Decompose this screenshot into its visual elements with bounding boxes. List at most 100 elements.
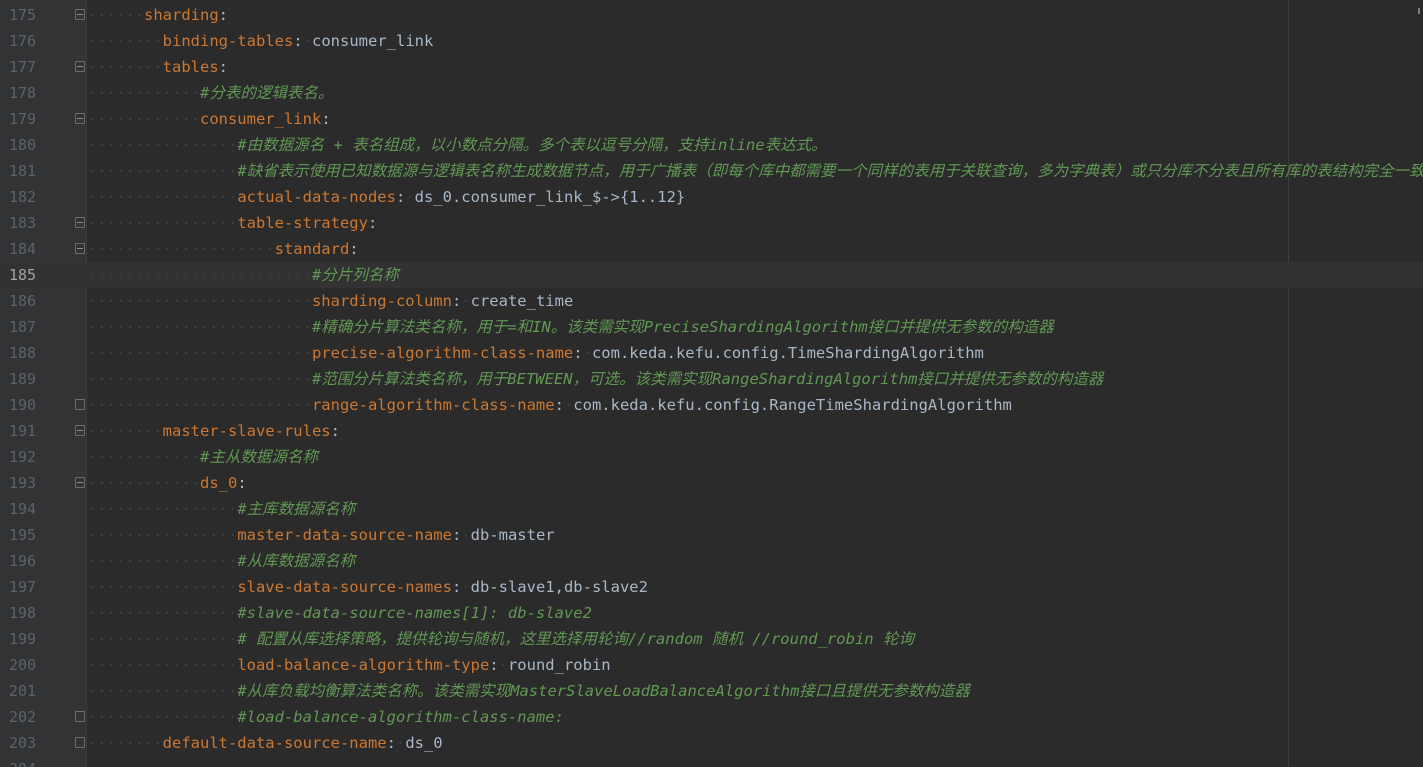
line-number[interactable]: 187 [9,314,49,340]
line-number[interactable]: 180 [9,132,49,158]
code-line[interactable]: 202 ················#load-balance-algorit… [0,704,1423,730]
code-line[interactable]: 201 ················#从库负载均衡算法类名称。该类需实现Mas… [0,678,1423,704]
line-content: ················master-data-source-name:… [88,522,555,548]
line-number[interactable]: 188 [9,340,49,366]
line-number[interactable]: 176 [9,28,49,54]
code-line[interactable]: 195 ················master-data-source-na… [0,522,1423,548]
line-number[interactable]: 189 [9,366,49,392]
code-line[interactable]: 199 ················# 配置从库选择策略，提供轮询与随机，这里… [0,626,1423,652]
code-line[interactable]: 194 ················#主库数据源名称 [0,496,1423,522]
code-line[interactable]: 187 ························#精确分片算法类名称，用于… [0,314,1423,340]
code-line[interactable]: 203 ········default-data-source-name:·ds_… [0,730,1423,756]
fold-collapse-icon[interactable] [75,425,85,436]
line-number[interactable]: 193 [9,470,49,496]
code-line[interactable]: 179 ············consumer_link: [0,106,1423,132]
yaml-colon: : [554,396,564,414]
line-content: ························#精确分片算法类名称，用于=和I… [88,314,1054,340]
line-number[interactable]: 184 [9,236,49,262]
line-number[interactable]: 177 [9,54,49,80]
indent-whitespace: ················ [88,500,238,518]
line-number[interactable]: 186 [9,288,49,314]
code-line[interactable]: 184 ····················standard: [0,236,1423,262]
line-number[interactable]: 198 [9,600,49,626]
line-number[interactable]: 183 [9,210,49,236]
yaml-key: precise-algorithm-class-name [311,344,574,362]
line-number[interactable]: 185 [9,262,49,288]
line-number[interactable]: 195 [9,522,49,548]
line-content: ························#分片列名称 [88,262,399,288]
indent-whitespace: ············ [88,474,200,492]
code-editor[interactable]: 175 ······sharding: 176 ········binding-tab… [0,0,1423,767]
fold-collapse-icon[interactable] [75,217,85,228]
yaml-colon: : [489,656,499,674]
code-line[interactable]: 182 ················actual-data-nodes:·ds… [0,184,1423,210]
line-number[interactable]: 191 [9,418,49,444]
code-line[interactable]: 197 ················slave-data-source-nam… [0,574,1423,600]
fold-collapse-icon[interactable] [75,477,85,488]
line-number[interactable]: 179 [9,106,49,132]
fold-end-icon[interactable] [75,737,85,748]
indent-whitespace: ························ [88,266,312,284]
yaml-value: round_robin [507,656,611,674]
code-line[interactable]: 193 ············ds_0: [0,470,1423,496]
line-content: ······sharding: [88,2,228,28]
line-number[interactable]: 199 [9,626,49,652]
line-number[interactable]: 190 [9,392,49,418]
yaml-comment: #分表的逻辑表名。 [199,84,334,102]
space-marker: · [395,734,406,752]
line-number[interactable]: 175 [9,2,49,28]
line-content: ········master-slave-rules: [88,418,340,444]
fold-collapse-icon[interactable] [75,9,85,20]
line-number[interactable]: 194 [9,496,49,522]
code-lines[interactable]: 175 ······sharding: 176 ········binding-tab… [0,2,1423,767]
line-number[interactable]: 178 [9,80,49,106]
indent-whitespace: ················ [88,682,238,700]
space-marker: · [498,656,508,674]
code-line[interactable]: 190 ························range-algorit… [0,392,1423,418]
fold-collapse-icon[interactable] [75,113,85,124]
code-line[interactable]: 177 ········tables: [0,54,1423,80]
line-content: ············consumer_link: [88,106,331,132]
code-line[interactable]: 192 ············#主从数据源名称 [0,444,1423,470]
line-number[interactable]: 181 [9,158,49,184]
code-line[interactable]: 180 ················#由数据源名 + 表名组成，以小数点分隔。… [0,132,1423,158]
code-line[interactable]: 185 ························#分片列名称 [0,262,1423,288]
fold-end-icon[interactable] [75,711,85,722]
code-line[interactable]: 186 ························sharding-colu… [0,288,1423,314]
code-line[interactable]: 191 ········master-slave-rules: [0,418,1423,444]
code-line[interactable]: 204 [0,756,1423,767]
yaml-key: master-data-source-name [237,526,452,544]
yaml-value: ds_0 [405,734,443,752]
code-line[interactable]: 188 ························precise-algor… [0,340,1423,366]
code-line[interactable]: 176 ········binding-tables:·consumer_link [0,28,1423,54]
fold-end-icon[interactable] [75,399,85,410]
line-number[interactable]: 192 [9,444,49,470]
line-number[interactable]: 202 [9,704,49,730]
line-content: ················#load-balance-algorithm-… [88,704,564,730]
indent-whitespace: ········ [88,58,163,76]
fold-collapse-icon[interactable] [75,61,85,72]
line-number[interactable]: 197 [9,574,49,600]
line-number[interactable]: 200 [9,652,49,678]
code-line[interactable]: 200 ················load-balance-algorith… [0,652,1423,678]
yaml-comment: #slave-data-source-names[1]: db-slave2 [237,604,592,622]
code-line[interactable]: 181 ················#缺省表示使用已知数据源与逻辑表名称生成数… [0,158,1423,184]
code-line[interactable]: 189 ························#范围分片算法类名称，用于… [0,366,1423,392]
code-line[interactable]: 175 ······sharding: [0,2,1423,28]
indent-whitespace: ················ [88,162,238,180]
line-number[interactable]: 196 [9,548,49,574]
line-content: ························#范围分片算法类名称，用于BET… [88,366,1103,392]
line-number[interactable]: 204 [9,756,49,767]
code-line[interactable]: 178 ············#分表的逻辑表名。 [0,80,1423,106]
line-number[interactable]: 201 [9,678,49,704]
line-number[interactable]: 182 [9,184,49,210]
code-line[interactable]: 183 ················table-strategy: [0,210,1423,236]
indent-whitespace: ············ [88,84,200,102]
code-line[interactable]: 196 ················#从库数据源名称 [0,548,1423,574]
code-line[interactable]: 198 ················#slave-data-source-na… [0,600,1423,626]
space-marker: · [563,396,574,414]
line-number[interactable]: 203 [9,730,49,756]
fold-collapse-icon[interactable] [75,243,85,254]
indent-whitespace: ······ [88,6,144,24]
yaml-comment: # 配置从库选择策略，提供轮询与随机，这里选择用轮询//random 随机 //… [237,630,914,648]
